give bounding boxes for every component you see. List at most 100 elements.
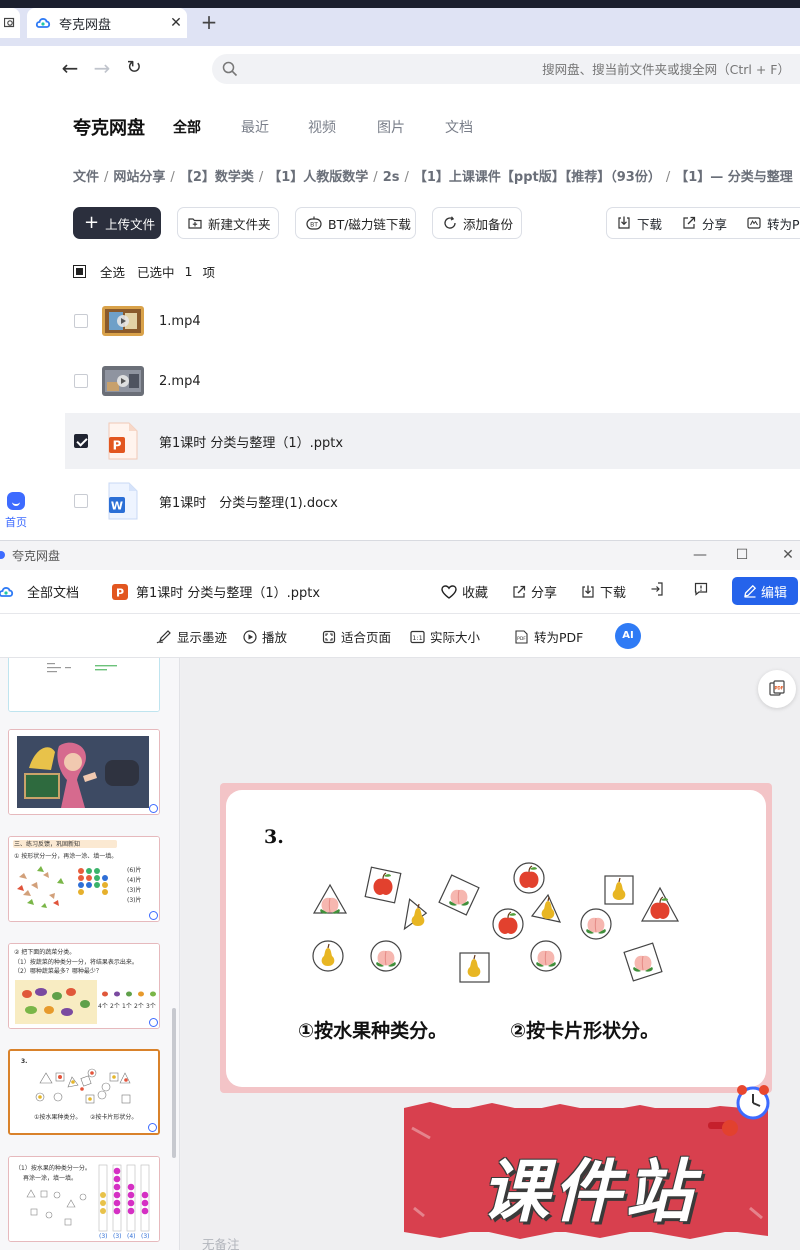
share-label: 分享 xyxy=(702,216,728,232)
show-ink-label: 显示墨迹 xyxy=(177,630,228,645)
all-docs-button[interactable]: 全部文档 xyxy=(0,582,79,601)
feedback-icon xyxy=(694,582,708,596)
play-button[interactable]: 播放 xyxy=(243,627,287,646)
category-image[interactable]: 图片 xyxy=(377,117,405,137)
breadcrumb-item[interactable]: 文件 xyxy=(73,170,99,185)
edit-label: 编辑 xyxy=(760,585,787,601)
fit-page-button[interactable]: 适合页面 xyxy=(322,627,391,646)
thumb-count: (3)片 xyxy=(127,887,142,894)
slide-thumbnail[interactable]: （1）按水果的种类分一分。 再涂一涂，填一填。 (3) (3) (4) (3) xyxy=(8,1156,160,1242)
viewer-share-button[interactable]: 分享 xyxy=(512,582,557,601)
breadcrumb-item[interactable]: 【1】— 分类与整理 xyxy=(675,170,793,185)
viewer-titlebar: 夸克网盘 — ☐ ✕ xyxy=(0,540,800,570)
file-name: 1.mp4 xyxy=(159,313,201,329)
rail-home[interactable]: 首页 xyxy=(0,492,32,530)
pdf-float-button[interactable]: PDF xyxy=(758,670,796,708)
bt-download-button[interactable]: BT BT/磁力链下载 xyxy=(295,207,416,239)
slide-thumbnail-selected[interactable]: 3. ①按水果种类分。 ②按卡片形状分。 xyxy=(8,1049,160,1135)
pdf-convert-icon xyxy=(747,217,761,229)
row-checkbox[interactable] xyxy=(74,494,88,508)
tab-quark-drive[interactable]: 夸克网盘 ✕ xyxy=(27,8,187,38)
export-icon xyxy=(650,582,664,596)
reload-icon[interactable]: ↻ xyxy=(119,46,149,92)
breadcrumb-item[interactable]: 【1】上课课件【ppt版】【推荐】（93份） xyxy=(414,170,661,185)
previous-tab[interactable] xyxy=(0,8,20,38)
download-button[interactable]: 下载 xyxy=(607,214,672,233)
download-icon xyxy=(581,585,595,599)
slide-thumbnail[interactable]: 三、练习反馈，巩固新知 ① 按形状分一分，再涂一涂、填一填。 (6)片 (4)片… xyxy=(8,836,160,922)
breadcrumb: 文件 / 网站分享 / 【2】数学类 / 【1】人教版数学/2s / 【1】上课课件【ppt版】… xyxy=(73,170,793,185)
viewer-share-label: 分享 xyxy=(531,586,558,601)
slide-thumbnail[interactable] xyxy=(8,658,160,712)
slide-question-number: 3. xyxy=(264,826,284,848)
breadcrumb-item[interactable]: 【2】数学类 xyxy=(180,170,254,185)
add-backup-button[interactable]: 添加备份 xyxy=(432,207,522,239)
thumb-count: 1个 xyxy=(122,1003,132,1010)
search-input[interactable] xyxy=(246,54,796,84)
file-row[interactable]: 1.mp4 xyxy=(65,293,800,349)
file-row[interactable]: W 第1课时 分类与整理(1).docx xyxy=(65,473,800,529)
to-pdf-button[interactable]: PDF 转为PDF xyxy=(514,627,583,646)
thumb-count: (6)片 xyxy=(127,867,142,874)
quark-cloud-icon xyxy=(35,18,51,28)
select-all-label[interactable]: 全选 xyxy=(100,262,125,281)
thumb-count: 4个 xyxy=(98,1003,108,1010)
home-icon xyxy=(7,492,25,510)
add-backup-label: 添加备份 xyxy=(463,216,514,232)
close-window-icon[interactable]: ✕ xyxy=(776,544,800,568)
category-recent[interactable]: 最近 xyxy=(241,117,269,137)
forward-arrow-icon[interactable]: → xyxy=(87,46,117,92)
feedback-button[interactable] xyxy=(694,582,713,596)
file-manager: 夸克网盘 全部 最近 视频 图片 文档 文件 / 网站分享 / 【2】数学类 / 【1】人教… xyxy=(44,92,800,540)
favorite-button[interactable]: 收藏 xyxy=(441,582,488,601)
export-button[interactable] xyxy=(650,582,669,596)
svg-text:W: W xyxy=(111,500,123,513)
show-ink-button[interactable]: 显示墨迹 xyxy=(156,627,227,646)
back-arrow-icon[interactable]: ← xyxy=(55,46,85,92)
current-slide: 3. ①按水果种类分。 ②按卡片形状分。 xyxy=(226,790,766,1087)
close-tab-icon[interactable]: ✕ xyxy=(165,15,187,31)
new-tab-button[interactable]: + xyxy=(198,8,220,38)
breadcrumb-item[interactable]: 【1】人教版数学 xyxy=(268,170,368,185)
svg-text:PDF: PDF xyxy=(775,686,784,691)
viewer-window-title: 夸克网盘 xyxy=(12,549,61,563)
breadcrumb-item[interactable]: 网站分享 xyxy=(113,170,165,185)
timer-icon xyxy=(149,911,158,920)
slide-thumbnail[interactable]: ② 把下面的蔬菜分类。 （1）按蔬菜的种类分一分，将结果表示出来。 （2）哪种蔬… xyxy=(8,943,160,1029)
share-button[interactable]: 分享 xyxy=(672,214,737,233)
select-all-checkbox[interactable] xyxy=(73,265,86,278)
bt-download-label: BT/磁力链下载 xyxy=(328,216,411,232)
quark-cloud-icon xyxy=(0,585,14,599)
edit-button[interactable]: 编辑 xyxy=(732,577,798,605)
thumb-task: （1）按水果的种类分一分。 xyxy=(15,1165,91,1172)
share-icon xyxy=(682,216,696,230)
upload-button[interactable]: + 上传文件 xyxy=(73,207,161,239)
to-pdf-label: 转为PDF xyxy=(534,630,584,645)
ai-assistant-button[interactable]: AI xyxy=(615,623,641,649)
fit-page-label: 适合页面 xyxy=(341,630,392,645)
address-bar[interactable] xyxy=(212,54,800,84)
file-row-selected[interactable]: P 第1课时 分类与整理（1）.pptx xyxy=(65,413,800,469)
category-docs[interactable]: 文档 xyxy=(445,117,473,137)
actual-size-button[interactable]: 1:1 实际大小 xyxy=(410,627,480,646)
category-video[interactable]: 视频 xyxy=(308,117,336,137)
row-checkbox[interactable] xyxy=(74,434,88,448)
viewer-download-label: 下载 xyxy=(600,586,627,601)
search-icon xyxy=(222,61,238,77)
slide-thumbnail[interactable] xyxy=(8,729,160,815)
maximize-icon[interactable]: ☐ xyxy=(730,544,754,568)
selected-count: 1 xyxy=(184,264,193,279)
thumbnails-scrollbar[interactable] xyxy=(172,1008,176,1158)
breadcrumb-item[interactable]: 2s xyxy=(383,170,400,185)
convert-pdf-button[interactable]: 转为PDF xyxy=(737,214,800,233)
new-folder-label: 新建文件夹 xyxy=(208,216,271,232)
row-checkbox[interactable] xyxy=(74,314,88,328)
row-checkbox[interactable] xyxy=(74,374,88,388)
file-name: 第1课时 分类与整理（1）.pptx xyxy=(159,435,344,451)
file-row[interactable]: 2.mp4 xyxy=(65,353,800,409)
new-folder-button[interactable]: 新建文件夹 xyxy=(177,207,279,239)
minimize-icon[interactable]: — xyxy=(688,544,712,568)
category-all[interactable]: 全部 xyxy=(173,117,201,137)
viewer-download-button[interactable]: 下载 xyxy=(581,582,626,601)
thumb-task: ① 按形状分一分，再涂一涂、填一填。 xyxy=(14,853,118,860)
